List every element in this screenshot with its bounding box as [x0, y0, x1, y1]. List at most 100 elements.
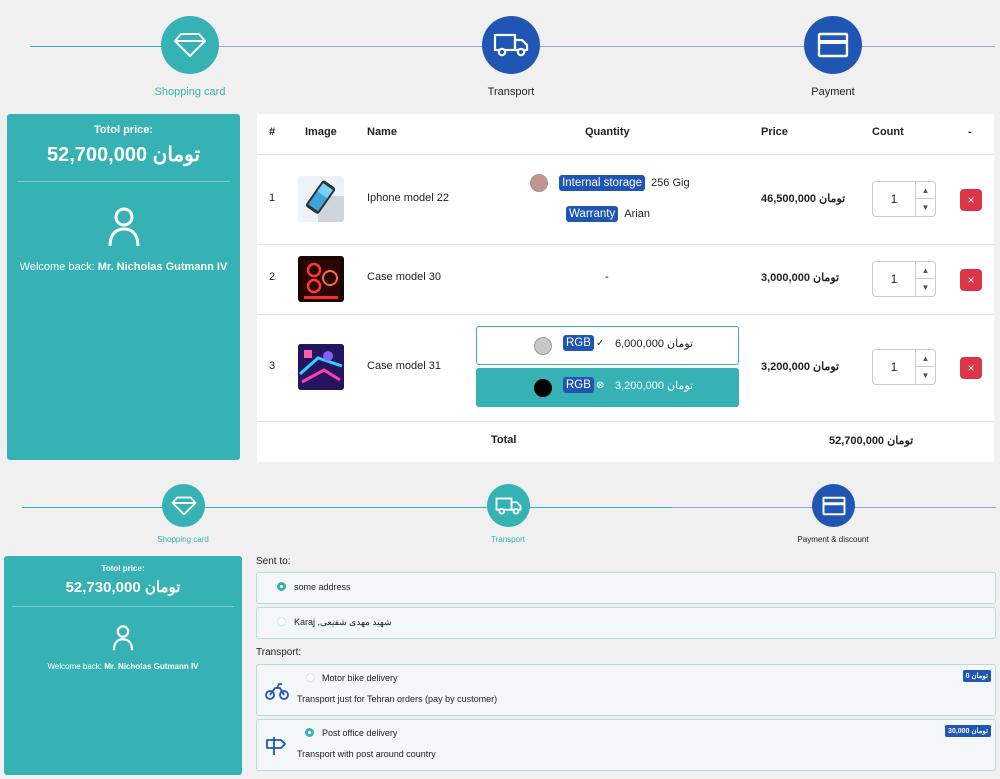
welcome-text: Welcome back: Mr. Nicholas Gutmann IV	[7, 261, 240, 273]
address-option[interactable]: Karaj ,شهید مهدی شفیعی	[256, 607, 996, 639]
total-label: Total	[491, 434, 517, 446]
address-text: Karaj ,شهید مهدی شفیعی	[294, 617, 392, 627]
step-transport[interactable]	[482, 16, 540, 74]
total-price-label: Totol price:	[93, 124, 154, 136]
delete-button[interactable]: ×	[960, 189, 982, 211]
chevron-down-icon[interactable]: ▼	[915, 367, 935, 384]
step-payment[interactable]	[812, 484, 855, 527]
chevron-down-icon[interactable]: ▼	[915, 199, 935, 216]
sent-to-label: Sent to:	[256, 556, 291, 567]
radio-selected[interactable]	[277, 582, 286, 591]
quantity-stepper[interactable]: 1 ▲ ▼	[872, 261, 936, 297]
diamond-icon	[171, 496, 196, 515]
price-badge: 0 تومان	[962, 670, 991, 682]
user-name: Mr. Nicholas Gutmann IV	[97, 261, 228, 273]
user-name: Mr. Nicholas Gutmann IV	[104, 662, 199, 671]
product-attribute: Warranty Arian	[566, 206, 650, 222]
product-image-phone[interactable]	[298, 176, 344, 222]
credit-card-icon	[822, 496, 845, 515]
signpost-icon	[266, 737, 286, 755]
step-label-shopping-card: Shopping card	[157, 535, 209, 544]
quantity-stepper[interactable]: 1 ▲ ▼	[872, 181, 936, 217]
check-circle-icon: ✓	[596, 338, 605, 349]
chevron-down-icon[interactable]: ▼	[915, 279, 935, 296]
product-name[interactable]: Iphone model 22	[367, 192, 449, 204]
col-header-count: Count	[872, 126, 904, 138]
price-badge: 30,000 تومان	[945, 725, 991, 737]
variant-option-selected[interactable]: RGB ⊗ 3,200,000 تومان	[476, 368, 739, 407]
attribute-badge: Internal storage	[559, 174, 645, 191]
close-circle-icon: ⊗	[596, 380, 605, 391]
order-summary-panel: Totol price: 52,700,000 تومان Welcome ba…	[7, 114, 240, 460]
col-header-name: Name	[367, 126, 397, 138]
welcome-prefix: Welcome back:	[47, 662, 103, 671]
user-icon	[7, 206, 240, 253]
transport-option[interactable]: Motor bike delivery Transport just for T…	[256, 664, 996, 716]
step-shopping-card[interactable]	[161, 16, 219, 74]
total-value: 52,700,000 تومان	[829, 435, 914, 447]
product-price: 3,000,000 تومان	[761, 272, 840, 284]
chevron-up-icon[interactable]: ▲	[915, 262, 935, 279]
product-name[interactable]: Case model 30	[367, 271, 441, 283]
color-swatch	[534, 379, 552, 397]
transport-option[interactable]: Post office delivery Transport with post…	[256, 719, 996, 771]
total-price-value: 52,730,000 تومان	[65, 579, 181, 596]
transport-label: Transport:	[256, 647, 302, 658]
color-swatch	[530, 174, 548, 192]
step-label-transport: Transport	[487, 86, 535, 98]
quantity-empty: -	[605, 271, 609, 283]
product-image-case[interactable]	[298, 344, 344, 390]
delete-button[interactable]: ×	[960, 269, 982, 291]
product-price: 3,200,000 تومان	[761, 361, 840, 373]
step-transport[interactable]	[487, 484, 530, 527]
variant-price: 6,000,000 تومان	[615, 338, 694, 350]
total-price-value: 52,700,000 تومان	[46, 144, 201, 166]
radio[interactable]	[277, 617, 286, 626]
chevron-up-icon[interactable]: ▲	[915, 182, 935, 199]
diamond-icon	[174, 33, 206, 57]
variant-option[interactable]: RGB ✓ 6,000,000 تومان	[476, 326, 739, 365]
attribute-badge: Warranty	[566, 206, 619, 222]
col-header-quantity: Quantity	[585, 126, 630, 138]
truck-icon	[495, 497, 522, 515]
step-payment[interactable]	[804, 16, 862, 74]
step-label-payment: Payment	[811, 86, 855, 98]
step-label-transport: Transport	[491, 535, 525, 544]
divider	[12, 606, 234, 607]
cart-table: # Image Name Quantity Price Count - 1 Ip…	[257, 114, 994, 462]
chevron-up-icon[interactable]: ▲	[915, 350, 935, 367]
transport-description: Transport just for Tehran orders (pay by…	[297, 694, 498, 704]
row-number: 3	[269, 360, 276, 372]
motorbike-icon	[265, 683, 289, 700]
variant-badge: RGB	[563, 377, 594, 393]
transport-description: Transport with post around country	[297, 749, 436, 759]
color-swatch	[534, 337, 552, 355]
address-option[interactable]: some address	[256, 572, 996, 604]
col-header-number: #	[269, 126, 276, 138]
welcome-prefix: Welcome back:	[19, 261, 95, 273]
quantity-stepper[interactable]: 1 ▲ ▼	[872, 349, 936, 385]
col-header-delete: -	[968, 126, 972, 138]
product-name[interactable]: Case model 31	[367, 360, 441, 372]
divider	[257, 154, 994, 155]
transport-title: Motor bike delivery	[322, 673, 398, 683]
quantity-value: 1	[890, 272, 898, 286]
radio[interactable]	[306, 673, 315, 682]
delete-button[interactable]: ×	[960, 357, 982, 379]
attribute-value: Arian	[624, 208, 650, 220]
col-header-image: Image	[305, 126, 337, 138]
product-attribute: Internal storage 256 Gig	[530, 174, 690, 192]
product-price: 46,500,000 تومان	[761, 193, 846, 205]
order-summary-panel: Totol price: 52,730,000 تومان Welcome ba…	[4, 556, 242, 775]
row-number: 1	[269, 192, 276, 204]
radio-selected[interactable]	[305, 728, 314, 737]
product-image-case[interactable]	[298, 256, 344, 302]
step-shopping-card[interactable]	[162, 484, 205, 527]
truck-icon	[493, 33, 529, 57]
user-icon	[4, 623, 242, 658]
step-label-payment: Payment & discount	[797, 535, 869, 544]
quantity-value: 1	[890, 192, 898, 206]
divider	[257, 421, 994, 422]
stepper-line	[195, 46, 995, 47]
divider	[257, 244, 994, 245]
